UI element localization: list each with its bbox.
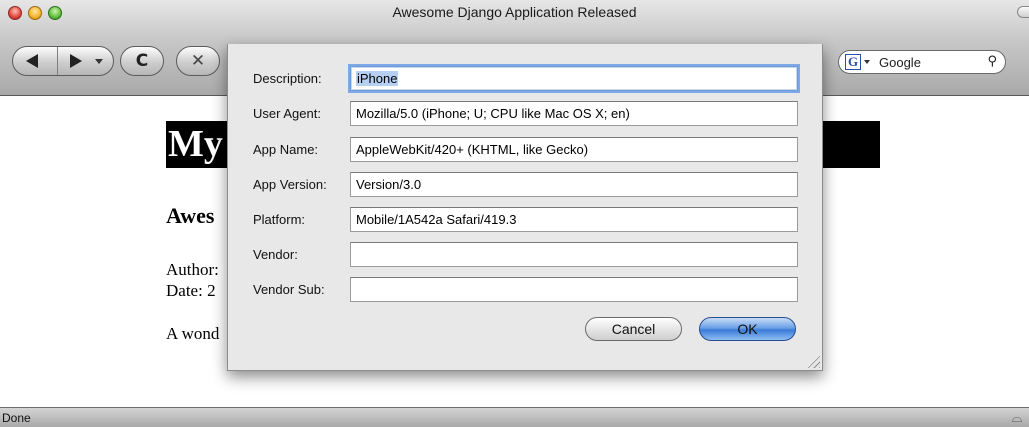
back-button[interactable] xyxy=(13,47,57,75)
ok-button[interactable]: OK xyxy=(699,317,796,341)
user-agent-input[interactable]: Mozilla/5.0 (iPhone; U; CPU like Mac OS … xyxy=(350,101,798,126)
article-date: Date: 2 xyxy=(166,281,216,300)
app-name-label: App Name: xyxy=(253,142,319,157)
stop-button[interactable]: ✕ xyxy=(176,46,220,76)
status-bar: Done ⌓ xyxy=(0,407,1029,427)
forward-arrow-icon xyxy=(70,54,82,68)
app-version-input[interactable]: Version/3.0 xyxy=(350,172,798,197)
field-row-app-version: App Version: Version/3.0 xyxy=(228,172,824,198)
vendor-sub-label: Vendor Sub: xyxy=(253,282,325,297)
platform-input[interactable]: Mobile/1A542a Safari/419.3 xyxy=(350,207,798,232)
field-row-platform: Platform: Mobile/1A542a Safari/419.3 xyxy=(228,207,824,233)
app-version-label: App Version: xyxy=(253,177,327,192)
vendor-label: Vendor: xyxy=(253,247,298,262)
reload-button[interactable]: C xyxy=(120,46,164,76)
field-row-app-name: App Name: AppleWebKit/420+ (KHTML, like … xyxy=(228,137,824,163)
vendor-sub-input[interactable] xyxy=(350,277,798,302)
platform-label: Platform: xyxy=(253,212,306,227)
back-arrow-icon xyxy=(26,54,38,68)
field-row-vendor: Vendor: xyxy=(228,242,824,268)
article-heading: Awes xyxy=(166,203,215,228)
reload-icon: C xyxy=(135,51,149,71)
field-row-vendor-sub: Vendor Sub: xyxy=(228,277,824,303)
description-label: Description: xyxy=(253,71,322,86)
toolbar-toggle-button[interactable] xyxy=(1017,6,1029,18)
window-resize-icon[interactable]: ⌓ xyxy=(1009,410,1025,426)
article-body: A wond xyxy=(166,324,220,343)
cancel-button[interactable]: Cancel xyxy=(585,317,682,341)
search-placeholder: Google xyxy=(879,55,921,70)
magnifier-icon: ⚲ xyxy=(987,54,997,69)
search-field[interactable]: G Google ⚲ xyxy=(838,50,1006,74)
field-row-description: Description: iPhone xyxy=(228,66,824,92)
back-forward-group xyxy=(12,46,114,76)
article-author: Author: xyxy=(166,260,219,279)
app-name-input[interactable]: AppleWebKit/420+ (KHTML, like Gecko) xyxy=(350,137,798,162)
article-meta: Author: Date: 2 xyxy=(166,259,219,301)
search-engine-menu-icon[interactable] xyxy=(864,60,870,64)
sheet-resize-grip-icon[interactable] xyxy=(806,354,820,368)
vendor-input[interactable] xyxy=(350,242,798,267)
history-dropdown-icon[interactable] xyxy=(95,59,103,64)
description-selected-text: iPhone xyxy=(356,71,399,86)
field-row-user-agent: User Agent: Mozilla/5.0 (iPhone; U; CPU … xyxy=(228,101,824,127)
status-text: Done xyxy=(2,411,31,425)
forward-button[interactable] xyxy=(57,47,113,75)
google-search-engine-icon[interactable]: G xyxy=(845,54,861,70)
window-title: Awesome Django Application Released xyxy=(392,4,637,20)
description-input[interactable]: iPhone xyxy=(350,66,798,91)
user-agent-label: User Agent: xyxy=(253,106,321,121)
stop-icon: ✕ xyxy=(190,51,206,71)
user-agent-sheet: Description: iPhone User Agent: Mozilla/… xyxy=(227,44,823,371)
